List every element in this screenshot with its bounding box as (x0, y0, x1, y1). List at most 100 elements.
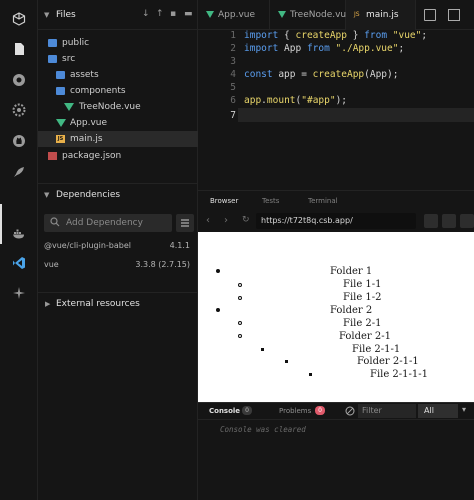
split-view-icon[interactable] (424, 9, 436, 21)
github-icon[interactable] (10, 132, 28, 150)
sort-up-icon[interactable]: ↑ (156, 9, 164, 19)
add-dependency-input[interactable]: Add Dependency (44, 214, 172, 232)
code-editor[interactable]: 1 2 3 4 5 6 7 import { createApp } from … (198, 30, 474, 190)
tree-node-label: File 1-2 (343, 292, 382, 303)
search-icon[interactable] (10, 71, 28, 89)
log-level-select[interactable]: All (418, 404, 458, 418)
search-icon (50, 217, 60, 227)
list-bullet (216, 308, 220, 312)
tab-treenode-vue[interactable]: TreeNode.vue (270, 0, 352, 30)
code-line: const app = createApp(App); (244, 69, 399, 80)
tab-browser[interactable]: Browser (210, 197, 238, 205)
folder-icon (56, 71, 65, 79)
tree-item-public[interactable]: public (38, 35, 198, 51)
line-number: 6 (230, 95, 236, 106)
external-resources-section-header[interactable]: ▶ External resources (38, 292, 198, 314)
console-message: Console was cleared (220, 425, 306, 434)
new-folder-icon[interactable]: ▬ (184, 9, 193, 19)
file-explorer: ▼ Files ↓ ↑ ▪ ▬ public src assets compon… (38, 0, 198, 500)
tab-console[interactable]: Console (209, 407, 240, 415)
vscode-icon[interactable] (10, 254, 28, 272)
tab-main-js[interactable]: JS main.js (346, 0, 416, 30)
tree-item-package-json[interactable]: package.json (38, 148, 198, 164)
files-header: ▼ Files ↓ ↑ ▪ ▬ (38, 0, 198, 30)
files-title: Files (56, 10, 76, 20)
rocket-icon[interactable] (10, 163, 28, 181)
tree-item-main-js[interactable]: JS main.js (38, 131, 198, 147)
vue-file-icon (56, 119, 66, 127)
back-icon[interactable]: ‹ (206, 215, 210, 226)
refresh-icon[interactable]: ↻ (242, 215, 250, 225)
divider (198, 419, 474, 420)
current-line-highlight (238, 108, 474, 122)
file-icon[interactable] (10, 40, 28, 58)
problems-count-badge: 0 (315, 406, 325, 415)
list-bullet (238, 283, 242, 287)
activity-bar (0, 0, 38, 500)
list-bullet (261, 348, 264, 351)
tree-node-label: File 2-1 (343, 318, 382, 329)
settings-icon[interactable] (10, 101, 28, 119)
list-bullet (238, 321, 242, 325)
dependency-list-button[interactable] (176, 214, 194, 232)
console-filter-input[interactable]: Filter (358, 404, 416, 418)
dependencies-section-header[interactable]: ▼ Dependencies (38, 183, 198, 205)
list-icon (181, 219, 189, 227)
devtools-icon[interactable] (424, 214, 438, 228)
vue-file-icon (278, 11, 286, 18)
dependency-row[interactable]: @vue/cli-plugin-babel 4.1.1 (44, 241, 194, 255)
tree-item-app-vue[interactable]: App.vue (38, 115, 198, 131)
list-bullet (285, 360, 288, 363)
tree-node-label: File 2-1-1-1 (370, 369, 429, 380)
list-bullet (238, 296, 242, 300)
chevron-down-icon[interactable]: ▼ (44, 11, 49, 19)
forward-icon[interactable]: › (224, 215, 228, 226)
vue-file-icon (64, 103, 74, 111)
layout-icon[interactable] (448, 9, 460, 21)
tree-node-label: Folder 1 (330, 266, 373, 277)
code-line: import App from "./App.vue"; (244, 43, 405, 54)
tree-item-components[interactable]: components (38, 83, 198, 99)
js-file-icon: JS (354, 11, 360, 18)
chevron-down-icon: ▼ (44, 191, 50, 199)
editor-tab-bar: App.vue TreeNode.vue JS main.js (198, 0, 474, 30)
console-panel: Console 0 Problems 0 Filter All ▾ Consol… (198, 402, 474, 500)
json-file-icon (48, 152, 57, 160)
cube-icon[interactable] (10, 10, 28, 28)
line-number: 4 (230, 69, 236, 80)
dependency-row[interactable]: vue 3.3.8 (2.7.15) (44, 260, 194, 274)
folder-open-icon (48, 55, 57, 63)
list-bullet (216, 269, 220, 273)
tree-item-src[interactable]: src (38, 51, 198, 67)
line-number: 7 (230, 110, 236, 121)
chevron-down-icon[interactable]: ▾ (462, 405, 466, 414)
new-file-icon[interactable]: ▪ (170, 9, 176, 19)
code-line: import { createApp } from "vue"; (244, 30, 428, 41)
clear-console-icon[interactable] (345, 406, 355, 416)
docker-icon[interactable] (10, 225, 28, 243)
line-number: 5 (230, 82, 236, 93)
tab-terminal[interactable]: Terminal (308, 197, 338, 205)
js-file-icon: JS (56, 135, 65, 143)
folder-icon (48, 39, 57, 47)
tree-node-label: Folder 2-1-1 (357, 356, 419, 367)
url-input[interactable]: https://t72t8q.csb.app/ (256, 213, 416, 229)
sparkle-icon[interactable] (10, 284, 28, 302)
chevron-right-icon: ▶ (45, 300, 51, 308)
browser-toolbar: ‹ › ↻ https://t72t8q.csb.app/ (198, 210, 474, 232)
layout-icon[interactable] (460, 214, 474, 228)
sort-down-icon[interactable]: ↓ (142, 9, 150, 19)
open-new-window-icon[interactable] (442, 214, 456, 228)
tree-item-assets[interactable]: assets (38, 67, 198, 83)
tab-app-vue[interactable]: App.vue (198, 0, 270, 30)
vue-file-icon (206, 11, 214, 18)
tree-item-treenode-vue[interactable]: TreeNode.vue (38, 99, 198, 115)
list-bullet (309, 373, 312, 376)
tab-tests[interactable]: Tests (262, 197, 279, 205)
tab-problems[interactable]: Problems (279, 407, 311, 415)
active-indicator (0, 204, 2, 244)
preview-tab-bar: Browser Tests Terminal (198, 190, 474, 210)
tree-node-label: Folder 2 (330, 305, 373, 316)
list-bullet (238, 334, 242, 338)
line-number: 2 (230, 43, 236, 54)
